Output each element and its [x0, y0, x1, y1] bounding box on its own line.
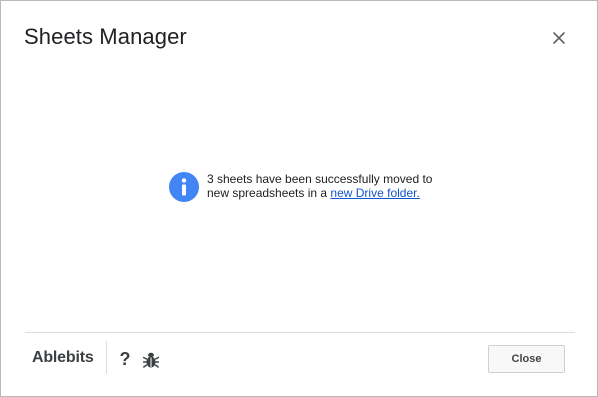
- bug-icon[interactable]: [142, 351, 159, 369]
- close-icon[interactable]: [549, 28, 569, 48]
- dialog-title: Sheets Manager: [24, 24, 187, 49]
- info-icon: [169, 172, 199, 202]
- ablebits-logo[interactable]: Ablebits: [32, 341, 107, 374]
- status-message: 3 sheets have been successfully moved to…: [169, 172, 447, 202]
- footer-left: Ablebits ?: [32, 341, 159, 374]
- message-text: 3 sheets have been successfully moved to…: [207, 172, 447, 200]
- close-button[interactable]: Close: [488, 345, 565, 373]
- help-button[interactable]: ?: [120, 340, 131, 376]
- drive-folder-link[interactable]: new Drive folder.: [330, 186, 419, 200]
- footer-divider: [25, 332, 575, 333]
- sheets-manager-dialog: Sheets Manager 3 sheets have been succes…: [0, 0, 598, 397]
